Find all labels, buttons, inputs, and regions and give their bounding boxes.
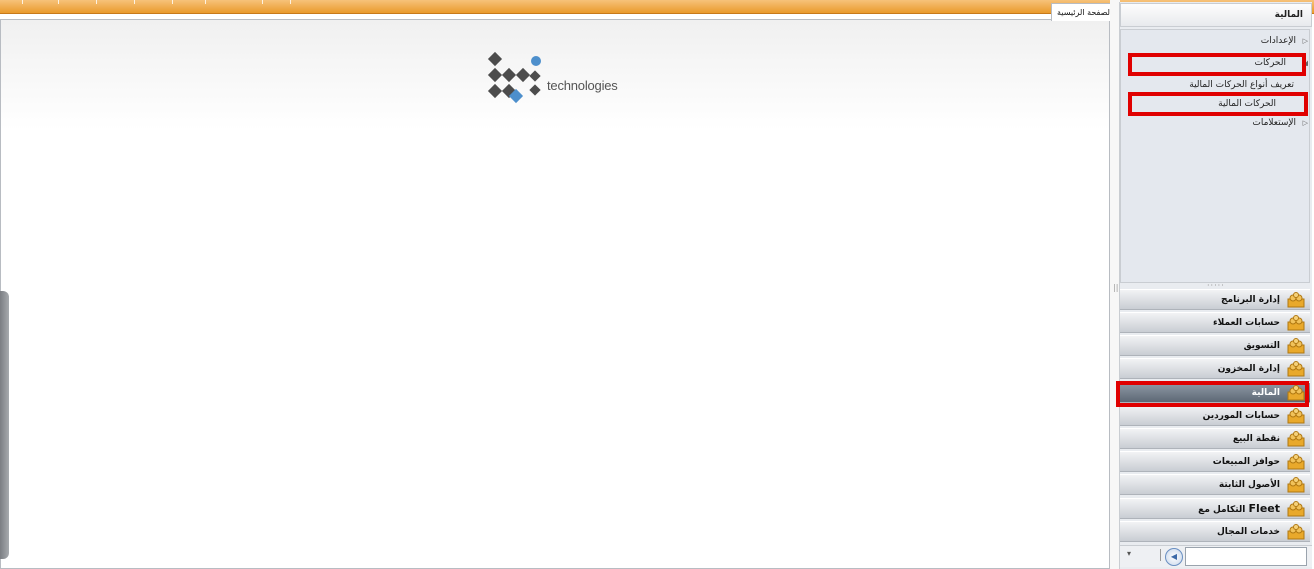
module-field-services[interactable]: خدمات المجال xyxy=(1120,521,1310,542)
users-folder-icon xyxy=(1287,361,1305,377)
nav-header-title: المالية xyxy=(1120,3,1312,27)
module-label: حوافز المبيعات xyxy=(1212,457,1280,467)
tree-item-label: الإستعلامات xyxy=(1252,118,1296,128)
tree-item-inquiries[interactable]: الإستعلامات ▷ xyxy=(1252,115,1308,131)
module-label: التسويق xyxy=(1243,341,1280,351)
module-inventory[interactable]: إدارة المخزون xyxy=(1120,358,1310,379)
module-sales-incentives[interactable]: حوافز المبيعات xyxy=(1120,451,1310,472)
module-label: إدارة البرنامج xyxy=(1221,295,1280,305)
users-folder-icon xyxy=(1287,501,1305,517)
module-label: نقطة البيع xyxy=(1232,434,1280,444)
chevron-down-icon[interactable]: ▾ xyxy=(1127,549,1131,558)
module-program-management[interactable]: إدارة البرنامج xyxy=(1120,289,1310,310)
module-fleet-integration[interactable]: التكامل مع Fleet xyxy=(1120,498,1310,519)
logo-text: technologies xyxy=(547,78,618,93)
tree-item-settings[interactable]: الإعدادات ▷ xyxy=(1261,33,1308,49)
tree-item-label: تعريف أنواع الحركات المالية xyxy=(1189,80,1294,90)
highlight-finance-module xyxy=(1116,381,1309,407)
logo-mark xyxy=(487,51,541,104)
module-fixed-assets[interactable]: الأصول الثابتة xyxy=(1120,474,1310,495)
expand-arrow-icon[interactable]: ▷ xyxy=(1300,115,1308,131)
tree-item-transaction-types[interactable]: تعريف أنواع الحركات المالية xyxy=(1189,77,1294,93)
module-label: حسابات الموردين xyxy=(1202,411,1280,421)
topbar-tab-marks xyxy=(0,0,300,4)
module-label: خدمات المجال xyxy=(1217,527,1280,537)
module-customer-accounts[interactable]: حسابات العملاء xyxy=(1120,312,1310,333)
tab-home[interactable]: الصفحة الرئيسية xyxy=(1051,3,1119,21)
users-folder-icon xyxy=(1287,454,1305,470)
left-panel-handle[interactable] xyxy=(0,291,9,559)
users-folder-icon xyxy=(1287,431,1305,447)
module-label: الأصول الثابتة xyxy=(1218,480,1280,490)
tree-item-label: الإعدادات xyxy=(1260,36,1296,46)
module-point-of-sale[interactable]: نقطة البيع xyxy=(1120,428,1310,449)
highlight-financial-transactions xyxy=(1128,92,1308,116)
back-arrow-icon[interactable]: ◀ xyxy=(1165,548,1183,566)
users-folder-icon xyxy=(1287,408,1305,424)
module-label: إدارة المخزون xyxy=(1217,364,1280,374)
users-folder-icon xyxy=(1287,315,1305,331)
highlight-transactions xyxy=(1128,53,1306,76)
users-folder-icon xyxy=(1287,292,1305,308)
footer-separator xyxy=(1160,549,1161,561)
module-marketing[interactable]: التسويق xyxy=(1120,335,1310,356)
module-label: حسابات العملاء xyxy=(1213,318,1280,328)
users-folder-icon xyxy=(1287,477,1305,493)
search-input[interactable] xyxy=(1185,547,1307,566)
module-label: التكامل مع xyxy=(1198,505,1246,515)
users-folder-icon xyxy=(1287,524,1305,540)
expand-arrow-icon[interactable]: ▷ xyxy=(1300,33,1308,49)
users-folder-icon xyxy=(1287,338,1305,354)
splitter-grip-icon[interactable]: || xyxy=(1113,283,1118,292)
module-supplier-accounts[interactable]: حسابات الموردين xyxy=(1120,405,1310,426)
module-label-brand: Fleet xyxy=(1248,502,1280,515)
